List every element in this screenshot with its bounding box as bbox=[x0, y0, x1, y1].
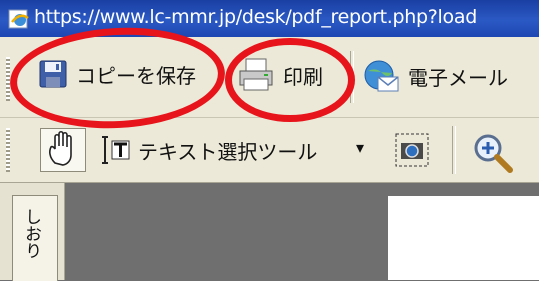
save-copy-label: コピーを保存 bbox=[76, 63, 196, 88]
zoom-in-button[interactable] bbox=[470, 130, 516, 174]
toolbar-grip[interactable] bbox=[6, 128, 10, 172]
bookmarks-tab-label: しおり bbox=[21, 208, 41, 259]
printer-icon bbox=[239, 58, 273, 91]
hand-tool-button[interactable] bbox=[40, 128, 86, 172]
text-select-icon bbox=[102, 136, 130, 164]
email-button[interactable]: 電子メール bbox=[362, 57, 508, 95]
text-select-tool-button[interactable]: テキスト選択ツール bbox=[98, 133, 317, 167]
toolbar-grip[interactable] bbox=[6, 57, 10, 101]
email-label: 電子メール bbox=[408, 65, 508, 90]
toolbar-separator bbox=[350, 51, 354, 103]
email-globe-icon bbox=[364, 60, 399, 92]
toolbar-separator bbox=[452, 126, 456, 174]
text-select-dropdown-arrow[interactable]: ▾ bbox=[356, 138, 364, 157]
print-label: 印刷 bbox=[283, 64, 323, 89]
browser-page-icon bbox=[8, 9, 29, 29]
title-bar: https://www.lc-mmr.jp/desk/pdf_report.ph… bbox=[0, 0, 539, 37]
file-toolbar: コピーを保存 印刷 電子メール bbox=[0, 37, 539, 118]
snapshot-tool-button[interactable] bbox=[393, 131, 431, 169]
pdf-page bbox=[388, 196, 539, 280]
text-select-label: テキスト選択ツール bbox=[138, 139, 318, 164]
bookmarks-tab[interactable]: しおり bbox=[12, 195, 58, 281]
snapshot-camera-icon bbox=[395, 133, 429, 167]
save-copy-button[interactable]: コピーを保存 bbox=[38, 59, 196, 89]
print-button[interactable]: 印刷 bbox=[237, 57, 323, 93]
hand-tool-icon bbox=[49, 130, 72, 166]
zoom-in-icon bbox=[474, 134, 513, 173]
floppy-disk-icon bbox=[39, 60, 67, 88]
window-title: https://www.lc-mmr.jp/desk/pdf_report.ph… bbox=[34, 6, 477, 28]
